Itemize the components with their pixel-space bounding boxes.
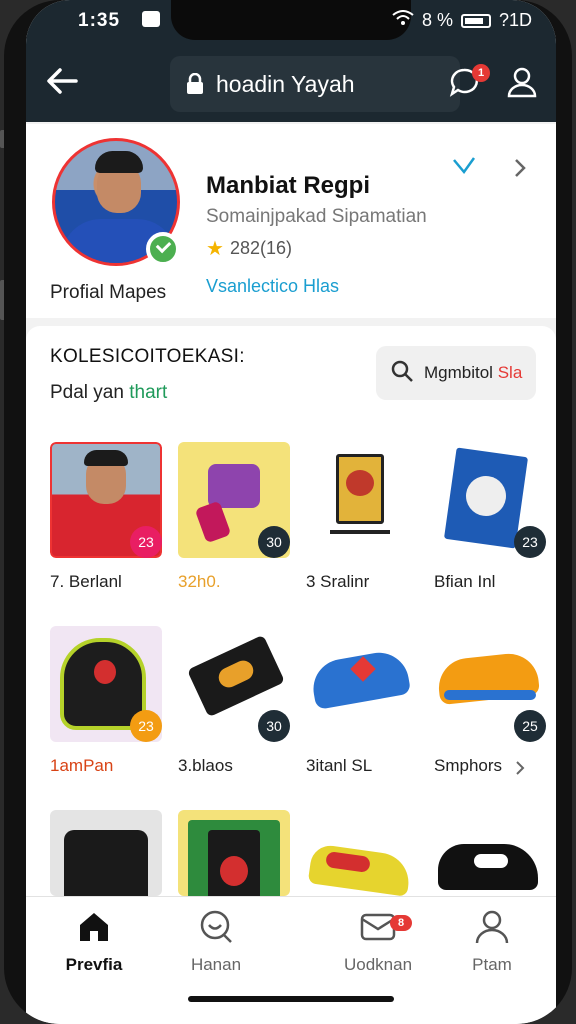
- app-header: 1:35 8 % ?1D hoadin Yayah 1: [26, 0, 556, 122]
- star-icon: ★: [206, 238, 224, 260]
- collection-subtitle: Pdal yan thart: [50, 382, 167, 404]
- item-count-badge: 30: [258, 710, 290, 742]
- header-title: hoadin Yayah: [216, 70, 355, 97]
- phone-frame: 1:35 8 % ?1D hoadin Yayah 1 Profial Mape…: [4, 0, 572, 1024]
- nav-label-search: Hanan: [190, 955, 242, 974]
- profile-label[interactable]: Profial Mapes: [50, 282, 166, 304]
- collection-section: KOLESICOITOEKASI: Pdal yan thart Mgmbito…: [26, 326, 556, 896]
- nav-label-profile: Ptam: [472, 955, 512, 974]
- chat-notification-badge: 1: [472, 64, 490, 82]
- ball-bag-icon[interactable]: 23: [50, 626, 162, 742]
- nav-item-home[interactable]: Prevfia: [34, 907, 154, 975]
- player-photo-icon[interactable]: 23: [50, 442, 162, 558]
- item-label: Smphors: [434, 756, 503, 775]
- shoe-orange-icon[interactable]: 25: [434, 626, 546, 742]
- banner-stand-icon[interactable]: [306, 442, 418, 558]
- item-count-badge: 23: [130, 710, 162, 742]
- item-count-badge: 23: [130, 526, 162, 558]
- item-count-badge: 25: [514, 710, 546, 742]
- search-chat-icon: [196, 907, 236, 947]
- profile-subtitle: Somainjpakad Sipamatian: [206, 206, 427, 227]
- collection-search-button[interactable]: Mgmbitol Sla: [376, 346, 536, 400]
- nav-item-search[interactable]: Hanan: [156, 907, 276, 975]
- item-label: 32h0.: [178, 572, 221, 591]
- screen: 1:35 8 % ?1D hoadin Yayah 1 Profial Mape…: [26, 0, 556, 1024]
- bag-black-icon[interactable]: [50, 810, 162, 896]
- item-label: 3itanl SL: [306, 756, 373, 775]
- chevron-right-icon[interactable]: [510, 156, 530, 180]
- collection-subtitle-highlight[interactable]: thart: [129, 382, 167, 403]
- battery-icon: [460, 13, 491, 28]
- profile-link[interactable]: Vsanlectico Hlas: [206, 276, 339, 297]
- nav-item-profile[interactable]: Ptam: [432, 907, 552, 975]
- item-label: 7. Berlanl: [50, 572, 122, 591]
- jersey-set-icon[interactable]: 30: [178, 442, 290, 558]
- home-indicator[interactable]: [188, 996, 394, 1002]
- bag-green-icon[interactable]: [178, 810, 290, 896]
- verified-check-icon: [146, 232, 180, 266]
- search-icon: [390, 359, 414, 388]
- boot-yellow-icon[interactable]: [306, 810, 418, 896]
- signal-text: ?1D: [498, 10, 532, 30]
- item-label: 1amPan: [50, 756, 114, 775]
- shin-guard-icon[interactable]: 30: [178, 626, 290, 742]
- title-search-bar[interactable]: hoadin Yayah: [170, 56, 460, 112]
- back-arrow-icon[interactable]: [44, 66, 84, 100]
- nav-item-messages[interactable]: 8 Uodknan: [318, 907, 438, 975]
- profile-name: Manbiat Regpi: [206, 172, 371, 199]
- item-label: Bfian Inl: [434, 572, 496, 591]
- filter-label: Mgmbitol Sla: [424, 363, 523, 382]
- messages-badge: 8: [390, 915, 412, 931]
- boot-black-icon[interactable]: [434, 810, 546, 896]
- chevron-right-icon[interactable]: [514, 760, 526, 776]
- battery-percent: 8 %: [421, 10, 453, 30]
- avatar-hair: [95, 151, 143, 173]
- bottom-navigation: Prevfia Hanan 8 Uodknan Ptam: [26, 896, 556, 1024]
- user-profile-icon[interactable]: [504, 64, 544, 104]
- lock-icon: [186, 72, 204, 95]
- wifi-icon: [392, 10, 414, 31]
- nav-label-home: Prevfia: [65, 955, 123, 974]
- item-count-badge: 23: [514, 526, 546, 558]
- rating-value: 282(16): [229, 238, 292, 258]
- collection-title: KOLESICOITOEKASI:: [50, 346, 245, 367]
- item-label: 3 Sralinr: [306, 572, 370, 591]
- profile-card[interactable]: Profial Mapes Manbiat Regpi Somainjpakad…: [26, 124, 556, 318]
- collection-subtitle-prefix: Pdal yan: [50, 382, 124, 403]
- status-time: 1:35: [78, 10, 121, 31]
- gallery-icon: [142, 11, 160, 27]
- send-check-icon[interactable]: [452, 156, 476, 176]
- status-indicators: 8 % ?1D: [392, 10, 532, 31]
- nav-label-messages: Uodknan: [343, 955, 413, 974]
- shoe-blue-icon[interactable]: [306, 626, 418, 742]
- item-count-badge: 30: [258, 526, 290, 558]
- item-label: 3.blaos: [178, 756, 233, 775]
- home-icon: [74, 907, 114, 947]
- book-cover-icon[interactable]: 23: [434, 442, 546, 558]
- profile-rating: ★ 282(16): [206, 236, 292, 261]
- person-icon: [472, 907, 512, 947]
- camera-notch: [171, 0, 411, 40]
